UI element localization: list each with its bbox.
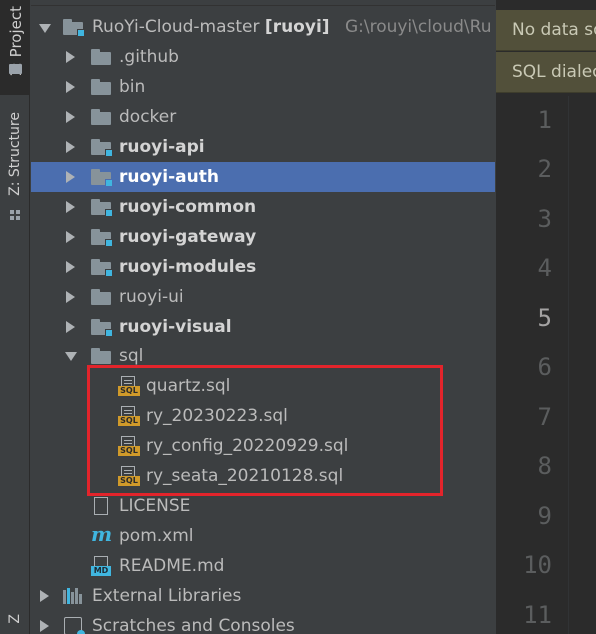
dialect-banner[interactable]: SQL dialect is not configured xyxy=(496,52,596,93)
chevron-right-icon[interactable] xyxy=(39,620,49,632)
library-icon xyxy=(63,588,83,604)
chevron-right-icon[interactable] xyxy=(65,51,75,63)
module-folder-icon xyxy=(91,169,113,187)
module-folder-icon xyxy=(91,199,113,217)
chevron-right-icon[interactable] xyxy=(65,141,75,153)
tree-root-row[interactable]: RuoYi-Cloud-master [ruoyi] G:\rouyi\clou… xyxy=(31,12,495,42)
line-number: 3 xyxy=(537,205,552,233)
folder-icon xyxy=(91,109,111,125)
module-folder-icon xyxy=(91,319,113,337)
folder-icon xyxy=(91,289,111,305)
folder-icon xyxy=(91,348,111,364)
tree-item-label: Scratches and Consoles xyxy=(92,616,295,634)
chevron-right-icon[interactable] xyxy=(65,291,75,303)
tree-item-label: .github xyxy=(119,47,179,67)
module-folder-icon xyxy=(91,259,113,277)
root-module: [ruoyi] xyxy=(264,17,330,37)
folder-icon xyxy=(91,49,111,65)
tree-item-label: ruoyi-modules xyxy=(119,257,257,277)
folder-icon xyxy=(9,64,22,74)
tree-item-ruoyi-ui[interactable]: ruoyi-ui xyxy=(31,282,495,312)
tree-item-label: External Libraries xyxy=(92,586,242,606)
datasource-banner[interactable]: No data sources configured xyxy=(496,10,596,51)
structure-tool-tab[interactable]: Z: Structure xyxy=(0,112,30,227)
line-number: 8 xyxy=(537,452,552,480)
chevron-down-icon[interactable] xyxy=(65,350,77,362)
structure-icon xyxy=(10,210,21,220)
module-folder-icon xyxy=(91,139,113,157)
favorites-tool-tab[interactable]: Z xyxy=(0,606,30,634)
tree-item-label: bin xyxy=(119,77,146,97)
tree-item-label: ruoyi-visual xyxy=(119,317,232,337)
banner-text: SQL dialect is not configured xyxy=(512,62,596,82)
line-number: 10 xyxy=(523,551,552,579)
tree-item-ruoyi-visual[interactable]: ruoyi-visual xyxy=(31,312,495,342)
tree-item-label: ruoyi-api xyxy=(119,137,205,157)
annotation-highlight-box xyxy=(87,365,443,496)
tree-item-label: ruoyi-ui xyxy=(119,287,184,307)
editor-pane[interactable]: No data sources configured SQL dialect i… xyxy=(496,0,596,634)
root-path: G:\rouyi\cloud\Ru xyxy=(344,17,492,37)
file-label: README.md xyxy=(119,556,225,576)
tree-item-label: ruoyi-gateway xyxy=(119,227,257,247)
scratch-icon xyxy=(64,617,85,634)
tree-item-label: ruoyi-auth xyxy=(119,167,219,187)
tree-item-ruoyi-auth[interactable]: ruoyi-auth xyxy=(31,162,495,192)
line-number: 4 xyxy=(537,254,552,282)
chevron-down-icon[interactable] xyxy=(39,22,51,34)
line-number: 7 xyxy=(537,403,552,431)
text-file-icon xyxy=(94,497,108,515)
line-number: 9 xyxy=(537,502,552,530)
tree-item-label: sql xyxy=(119,346,144,366)
gutter-separator xyxy=(568,96,569,634)
project-folder-icon xyxy=(63,19,85,37)
tree-item-ruoyi-modules[interactable]: ruoyi-modules xyxy=(31,252,495,282)
chevron-right-icon[interactable] xyxy=(65,231,75,243)
line-number: 1 xyxy=(537,106,552,134)
folder-icon xyxy=(91,79,111,95)
markdown-icon: MD xyxy=(91,556,111,576)
root-name: RuoYi-Cloud-master xyxy=(92,17,260,37)
tree-item-bin[interactable]: bin xyxy=(31,72,495,102)
file-label: LICENSE xyxy=(119,496,191,516)
line-number-current: 5 xyxy=(537,304,552,332)
chevron-right-icon[interactable] xyxy=(65,321,75,333)
file-pom[interactable]: m pom.xml xyxy=(31,521,495,551)
module-folder-icon xyxy=(91,229,113,247)
chevron-right-icon[interactable] xyxy=(65,111,75,123)
line-number: 11 xyxy=(523,601,552,629)
project-tree[interactable]: RuoYi-Cloud-master [ruoyi] G:\rouyi\clou… xyxy=(31,0,495,634)
chevron-right-icon[interactable] xyxy=(65,261,75,273)
file-label: pom.xml xyxy=(119,526,194,546)
tree-item-github[interactable]: .github xyxy=(31,42,495,72)
tree-item-label: ruoyi-common xyxy=(119,197,257,217)
chevron-right-icon[interactable] xyxy=(65,81,75,93)
tree-item-label: docker xyxy=(119,107,177,127)
tree-item-external-libraries[interactable]: External Libraries xyxy=(31,581,495,611)
bottom-tab-label: Z xyxy=(7,614,23,624)
banner-text: No data sources configured xyxy=(512,20,596,40)
tool-window-strip: 1: Project Z: Structure Z xyxy=(0,0,30,634)
structure-tab-label: Z: Structure xyxy=(7,112,23,196)
file-readme[interactable]: MD README.md xyxy=(31,551,495,581)
tree-item-scratches[interactable]: Scratches and Consoles xyxy=(31,611,495,634)
tree-item-docker[interactable]: docker xyxy=(31,102,495,132)
chevron-right-icon[interactable] xyxy=(65,201,75,213)
tree-item-ruoyi-common[interactable]: ruoyi-common xyxy=(31,192,495,222)
line-number: 6 xyxy=(537,353,552,381)
chevron-right-icon[interactable] xyxy=(65,171,75,183)
tree-item-ruoyi-gateway[interactable]: ruoyi-gateway xyxy=(31,222,495,252)
project-tool-tab[interactable]: 1: Project xyxy=(0,0,30,95)
tree-item-ruoyi-api[interactable]: ruoyi-api xyxy=(31,132,495,162)
tree-header-edge xyxy=(31,0,495,6)
maven-icon: m xyxy=(91,522,113,546)
line-number: 2 xyxy=(537,155,552,183)
chevron-right-icon[interactable] xyxy=(39,590,49,602)
